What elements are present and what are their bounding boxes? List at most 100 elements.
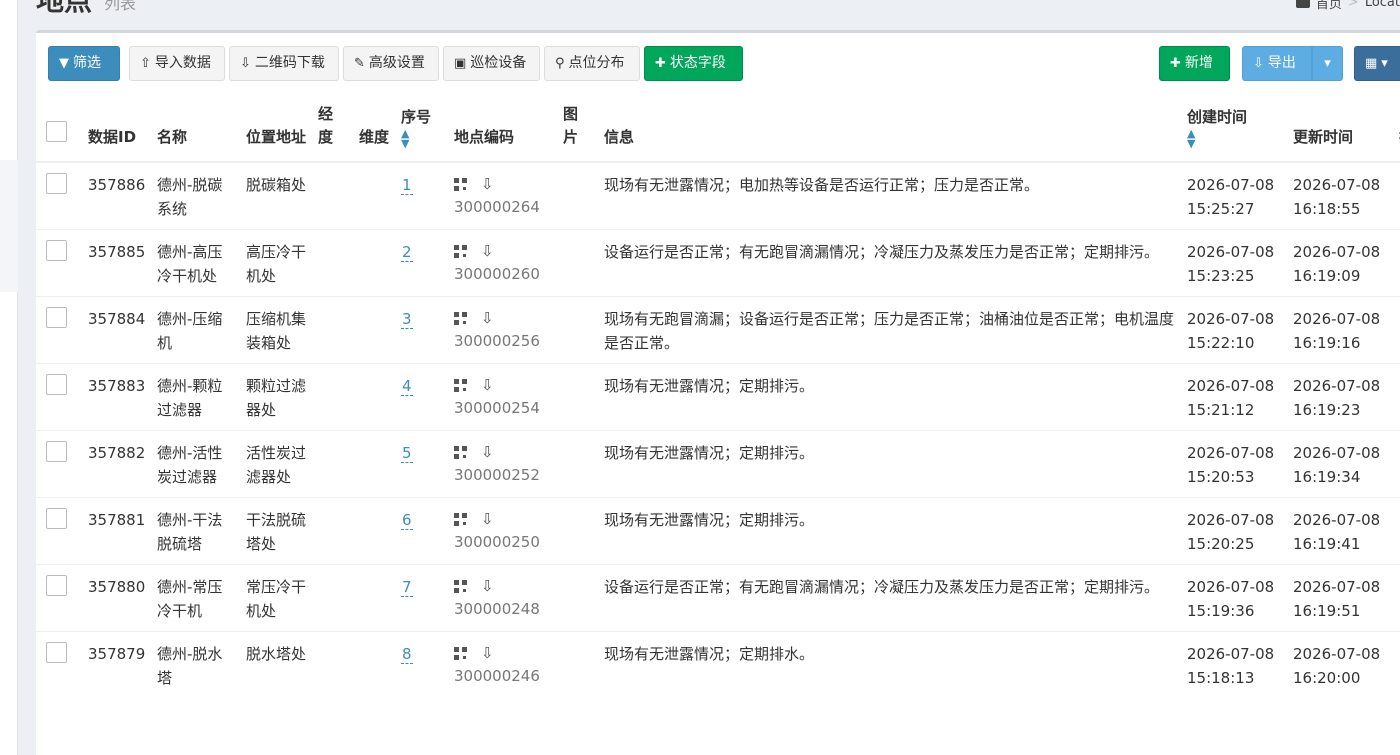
sort-icon[interactable]: ▲ ▼ xyxy=(1187,128,1281,149)
cell-image xyxy=(557,363,598,431)
row-checkbox[interactable] xyxy=(46,508,67,529)
columns-toggle-button[interactable]: ▦ ▾ xyxy=(1354,46,1400,81)
cell-address: 干法脱硫塔处 xyxy=(240,497,312,565)
seq-edit-link[interactable]: 3 xyxy=(401,310,413,329)
updated-date: 2026-07-08 xyxy=(1293,243,1381,261)
download-icon[interactable]: ⇩ xyxy=(481,374,494,396)
col-header-created[interactable]: 创建时间 ▲ ▼ xyxy=(1181,95,1287,163)
download-icon[interactable]: ⇩ xyxy=(481,508,494,530)
qrcode-icon[interactable] xyxy=(454,580,467,593)
col-header-id[interactable]: 数据ID xyxy=(82,95,151,163)
cell-seq: 8 xyxy=(395,631,448,698)
export-dropdown-toggle[interactable]: ▾ xyxy=(1312,46,1343,81)
grid-icon: ▦ xyxy=(1365,56,1378,71)
download-icon[interactable]: ⇩ xyxy=(481,441,494,463)
qrcode-icon[interactable] xyxy=(454,178,467,191)
table-row[interactable]: 357882 德州-活性炭过滤器 活性炭过滤器处 5 ⇩ 300000252 现… xyxy=(36,430,1400,498)
sort-icon[interactable]: ▲ ▼ xyxy=(401,128,442,149)
sidebar-active-item[interactable] xyxy=(0,160,18,292)
qrcode-icon[interactable] xyxy=(454,446,467,459)
seq-edit-link[interactable]: 7 xyxy=(401,578,413,597)
breadcrumb-home[interactable]: 首页 xyxy=(1316,0,1342,12)
qrcode-icon[interactable] xyxy=(454,245,467,258)
cell-seq: 1 xyxy=(395,161,448,230)
created-time: 15:23:25 xyxy=(1187,267,1255,285)
add-button[interactable]: ✚ 新增 xyxy=(1159,46,1230,81)
qr-download-button[interactable]: ⇩ 二维码下载 xyxy=(229,46,339,81)
cell-id: 357882 xyxy=(82,430,151,498)
import-button[interactable]: ⇧ 导入数据 xyxy=(129,46,225,81)
location-code: 300000256 xyxy=(454,332,540,350)
filter-button[interactable]: ▼ 筛选 xyxy=(48,46,120,81)
download-icon[interactable]: ⇩ xyxy=(481,642,494,664)
col-header-image[interactable]: 图片 xyxy=(557,95,598,163)
table-row[interactable]: 357880 德州-常压冷干机 常压冷干机处 7 ⇩ 300000248 设备运… xyxy=(36,564,1400,632)
updated-date: 2026-07-08 xyxy=(1293,578,1381,596)
col-header-code[interactable]: 地点编码 xyxy=(448,95,557,163)
row-checkbox[interactable] xyxy=(46,307,67,328)
cell-id: 357884 xyxy=(82,296,151,364)
row-select-cell xyxy=(36,430,82,498)
col-header-seq-label: 序号 xyxy=(401,108,432,126)
advanced-settings-button[interactable]: ✎ 高级设置 xyxy=(343,46,439,81)
seq-edit-link[interactable]: 1 xyxy=(401,176,413,195)
location-code: 300000250 xyxy=(454,533,540,551)
qrcode-icon[interactable] xyxy=(454,312,467,325)
table-row[interactable]: 357886 德州-脱碳系统 脱碳箱处 1 ⇩ 300000264 现场有无泄露… xyxy=(36,161,1400,230)
row-checkbox[interactable] xyxy=(46,441,67,462)
inspect-device-button[interactable]: ▣ 巡检设备 xyxy=(443,46,540,81)
col-header-lng[interactable]: 经度 xyxy=(312,95,353,163)
table-row[interactable]: 357884 德州-压缩机 压缩机集装箱处 3 ⇩ 300000256 现场有无… xyxy=(36,296,1400,364)
plus-icon: ✚ xyxy=(1170,56,1181,71)
cell-updated: 2026-07-08 16:19:16 xyxy=(1287,296,1393,364)
table-row[interactable]: 357883 德州-颗粒过滤器 颗粒过滤器处 4 ⇩ 300000254 现场有… xyxy=(36,363,1400,431)
download-icon[interactable]: ⇩ xyxy=(481,307,494,329)
cell-updated: 2026-07-08 16:19:34 xyxy=(1287,430,1393,498)
export-button[interactable]: ⇩ 导出 xyxy=(1242,46,1312,81)
cell-seq: 3 xyxy=(395,296,448,364)
col-header-info[interactable]: 信息 xyxy=(598,95,1181,163)
cell-extra xyxy=(1393,430,1400,498)
plus-icon: ✚ xyxy=(655,56,666,71)
qrcode-icon[interactable] xyxy=(454,379,467,392)
download-icon: ⇩ xyxy=(1253,56,1264,71)
col-header-lat[interactable]: 维度 xyxy=(353,95,395,163)
updated-time: 16:19:51 xyxy=(1293,602,1361,620)
updated-time: 16:19:16 xyxy=(1293,334,1361,352)
created-date: 2026-07-08 xyxy=(1187,377,1275,395)
status-field-button[interactable]: ✚ 状态字段 xyxy=(644,46,743,81)
row-checkbox[interactable] xyxy=(46,240,67,261)
cell-name: 德州-压缩机 xyxy=(151,296,240,364)
select-all-checkbox[interactable] xyxy=(46,121,67,142)
cell-info: 现场有无泄露情况；定期排污。 xyxy=(598,430,1181,498)
download-icon[interactable]: ⇩ xyxy=(481,575,494,597)
row-checkbox[interactable] xyxy=(46,642,67,663)
seq-edit-link[interactable]: 8 xyxy=(401,645,413,664)
seq-edit-link[interactable]: 4 xyxy=(401,377,413,396)
row-checkbox[interactable] xyxy=(46,173,67,194)
cell-lat xyxy=(353,161,395,230)
point-map-button[interactable]: ⚲ 点位分布 xyxy=(544,46,640,81)
col-header-address[interactable]: 位置地址 xyxy=(240,95,312,163)
download-icon[interactable]: ⇩ xyxy=(481,240,494,262)
cell-id: 357879 xyxy=(82,631,151,698)
cell-name: 德州-颗粒过滤器 xyxy=(151,363,240,431)
seq-edit-link[interactable]: 6 xyxy=(401,511,413,530)
cell-id: 357881 xyxy=(82,497,151,565)
cell-address: 常压冷干机处 xyxy=(240,564,312,632)
col-header-updated[interactable]: 更新时间 xyxy=(1287,95,1393,163)
col-header-name[interactable]: 名称 xyxy=(151,95,240,163)
table-row[interactable]: 357879 德州-脱水塔 脱水塔处 8 ⇩ 300000246 现场有无泄露情… xyxy=(36,631,1400,698)
seq-edit-link[interactable]: 2 xyxy=(401,243,413,262)
seq-edit-link[interactable]: 5 xyxy=(401,444,413,463)
qrcode-icon[interactable] xyxy=(454,647,467,660)
row-checkbox[interactable] xyxy=(46,575,67,596)
cell-address: 活性炭过滤器处 xyxy=(240,430,312,498)
download-icon[interactable]: ⇩ xyxy=(481,173,494,195)
table-row[interactable]: 357881 德州-干法脱硫塔 干法脱硫塔处 6 ⇩ 300000250 现场有… xyxy=(36,497,1400,565)
cell-created: 2026-07-08 15:20:53 xyxy=(1181,430,1287,498)
qrcode-icon[interactable] xyxy=(454,513,467,526)
table-row[interactable]: 357885 德州-高压冷干机处 高压冷干机处 2 ⇩ 300000260 设备… xyxy=(36,229,1400,297)
row-checkbox[interactable] xyxy=(46,374,67,395)
col-header-seq[interactable]: 序号 ▲ ▼ xyxy=(395,95,448,163)
